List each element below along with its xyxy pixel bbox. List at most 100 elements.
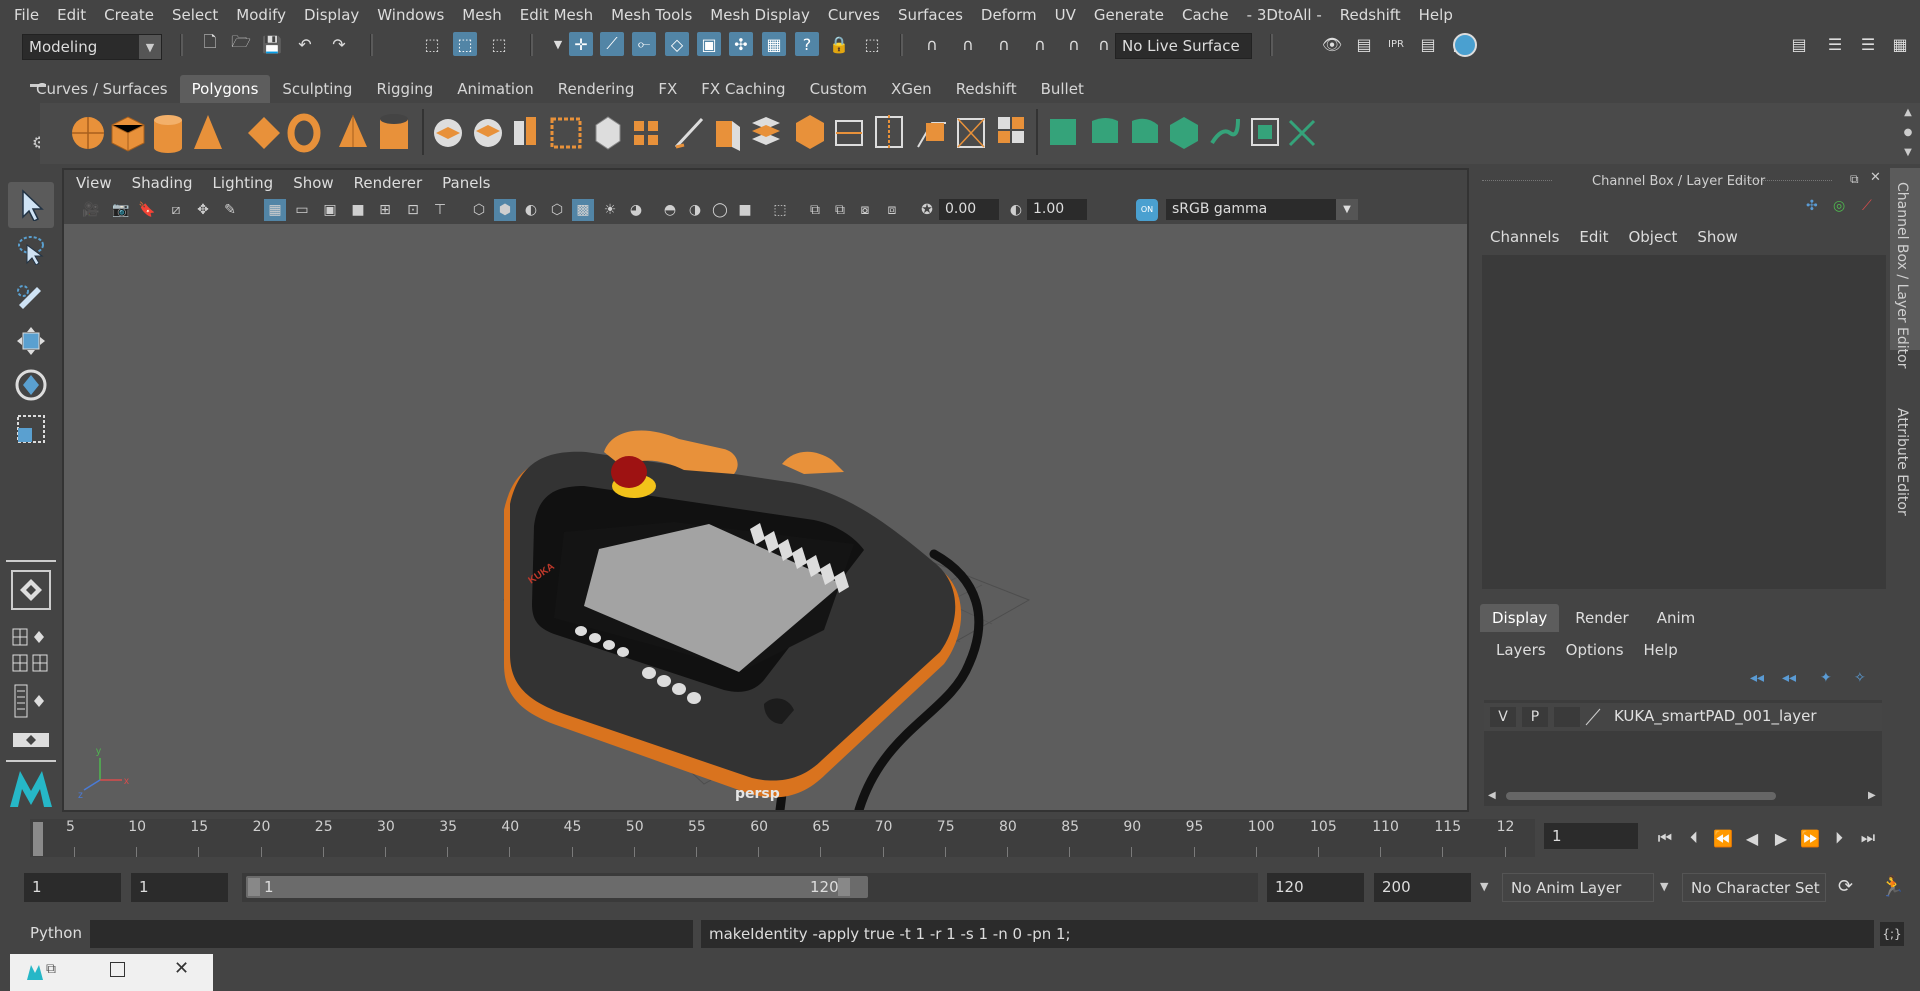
channel-box-area[interactable] [1482, 255, 1886, 589]
camera-attributes-icon[interactable]: 📷 [110, 199, 132, 221]
tool-settings-toggle-icon[interactable]: ☰ [1856, 32, 1880, 56]
hyper-icon[interactable]: ⟋ [1862, 198, 1872, 214]
menu-uv[interactable]: UV [1046, 6, 1085, 24]
four-view-layout-icon[interactable] [8, 625, 54, 649]
modeling-toolkit-icon[interactable]: ▤ [1787, 32, 1811, 56]
go-to-end-icon[interactable]: ⏭ [1857, 827, 1879, 849]
shelf-tab-bullet[interactable]: Bullet [1029, 75, 1096, 103]
rotate-tool-icon[interactable] [8, 362, 54, 408]
live-surface-field[interactable]: No Live Surface [1115, 33, 1252, 59]
range-end-handle[interactable] [838, 878, 850, 896]
move-layer-up-icon[interactable]: ◂◂ [1750, 670, 1764, 686]
backface-culling-icon[interactable]: ⧈ [881, 199, 903, 221]
viewport-canvas[interactable]: KUKA y x z [64, 224, 1467, 810]
menu-generate[interactable]: Generate [1085, 6, 1173, 24]
mode-selector[interactable]: Modeling ▼ [22, 34, 162, 60]
gamma-icon[interactable]: ◐ [1005, 199, 1027, 221]
scroll-right-icon[interactable]: ▶ [1868, 790, 1876, 801]
ipr-render-icon[interactable]: IPR [1384, 32, 1408, 56]
channel-box-menu-edit[interactable]: Edit [1569, 228, 1618, 246]
layer-scrollbar[interactable]: ◀ ▶ [1488, 790, 1878, 802]
exposure-field[interactable]: 0.00 [939, 199, 999, 220]
tab-channel-box[interactable]: Channel Box / Layer Editor [1894, 182, 1910, 368]
exposure-icon[interactable]: ✪ [916, 199, 938, 221]
shelf-scroll-icon[interactable]: ▲ ● ▼ [1902, 103, 1914, 163]
snap-point-icon[interactable]: ⟜ [632, 32, 656, 56]
wireframe-icon[interactable]: ⬡ [468, 199, 490, 221]
xray-components-icon[interactable]: ⧇ [854, 199, 876, 221]
viewport-menu-panels[interactable]: Panels [432, 174, 500, 192]
xray-icon[interactable]: ⧉ [804, 199, 826, 221]
use-default-material-icon[interactable]: ◐ [520, 199, 542, 221]
select-tool-icon[interactable] [8, 182, 54, 228]
float-panel-icon[interactable]: ⧉ [1850, 172, 1859, 187]
menu-mesh-tools[interactable]: Mesh Tools [602, 6, 701, 24]
image-plane-icon[interactable]: ⧄ [165, 199, 187, 221]
make-live-icon[interactable]: ▣ [697, 32, 721, 56]
anim-layer-dropdown[interactable]: No Anim Layer [1502, 873, 1654, 902]
viewport-menu-renderer[interactable]: Renderer [344, 174, 432, 192]
shelf-tab-fx[interactable]: FX [646, 75, 689, 103]
layer-playback-toggle[interactable]: P [1522, 707, 1548, 727]
menu-surfaces[interactable]: Surfaces [889, 6, 972, 24]
color-space-dropdown[interactable]: sRGB gamma ▼ [1166, 199, 1358, 220]
menu-redshift[interactable]: Redshift [1331, 6, 1410, 24]
screen-space-ao-icon[interactable]: ◓ [659, 199, 681, 221]
step-forward-key-icon[interactable]: ⏩ [1799, 827, 1821, 849]
playback-start-field[interactable]: 1 [131, 873, 228, 902]
magnet-live-icon[interactable]: ∩ [1092, 32, 1116, 56]
pick-icon[interactable]: ⬚ [860, 32, 884, 56]
animation-preferences-icon[interactable]: 🏃 [1880, 874, 1905, 898]
layer-row[interactable]: V P KUKA_smartPAD_001_layer [1484, 703, 1882, 731]
menu-select[interactable]: Select [163, 6, 227, 24]
smooth-shade-icon[interactable]: ⬢ [494, 199, 516, 221]
channel-box-menu-channels[interactable]: Channels [1480, 228, 1569, 246]
render-view-icon[interactable]: 👁 [1320, 32, 1344, 56]
step-back-key-icon[interactable]: ⏪ [1712, 827, 1734, 849]
snap-view-plane-icon[interactable]: ◇ [665, 32, 689, 56]
snap-magnet-icon[interactable]: ∩ [920, 32, 944, 56]
shelf-tab-rigging[interactable]: Rigging [364, 75, 445, 103]
manipulator-icon[interactable]: ✣ [1806, 198, 1818, 214]
snap-center-icon[interactable]: ▦ [762, 32, 786, 56]
film-gate-icon[interactable]: ▭ [291, 199, 313, 221]
shelf-tab-polygons[interactable]: Polygons [179, 75, 271, 103]
shelf-tab-fx-caching[interactable]: FX Caching [689, 75, 797, 103]
anti-aliasing-icon[interactable]: ◯ [709, 199, 731, 221]
scroll-left-icon[interactable]: ◀ [1488, 790, 1496, 801]
maximize-icon[interactable] [110, 962, 125, 977]
color-management-toggle-icon[interactable]: ON [1136, 199, 1158, 221]
auto-key-icon[interactable]: ⟳ [1838, 876, 1853, 897]
step-forward-frame-icon[interactable]: ⏵ [1828, 827, 1850, 849]
play-forwards-icon[interactable]: ▶ [1770, 827, 1792, 849]
viewport-menu-show[interactable]: Show [283, 174, 343, 192]
channel-box-menu-show[interactable]: Show [1687, 228, 1747, 246]
shelf-tab-animation[interactable]: Animation [445, 75, 545, 103]
snap-grid-icon[interactable]: ✛ [569, 32, 593, 56]
paint-select-icon[interactable] [8, 270, 54, 316]
close-icon[interactable]: ✕ [1870, 170, 1881, 185]
current-time-indicator[interactable] [33, 822, 43, 856]
time-slider[interactable]: 1510152025303540455055606570758085909510… [30, 819, 1535, 857]
menu-cache[interactable]: Cache [1173, 6, 1238, 24]
help-icon[interactable]: ? [795, 32, 819, 56]
safe-action-icon[interactable]: ⊡ [402, 199, 424, 221]
maya-app-icon[interactable] [26, 963, 44, 981]
character-set-dropdown[interactable]: No Character Set [1682, 873, 1826, 902]
two-d-pan-zoom-icon[interactable]: ✥ [192, 199, 214, 221]
layer-tab-render[interactable]: Render [1563, 604, 1640, 632]
menu-file[interactable]: File [0, 6, 48, 24]
scale-tool-icon[interactable] [8, 406, 54, 452]
menu-help[interactable]: Help [1410, 6, 1462, 24]
play-backwards-icon[interactable]: ◀ [1741, 827, 1763, 849]
gate-mask-icon[interactable]: ■ [347, 199, 369, 221]
menu-windows[interactable]: Windows [368, 6, 453, 24]
lock-icon[interactable]: 🔒 [827, 32, 851, 56]
magnet-surface-icon[interactable]: ∩ [1062, 32, 1086, 56]
channel-box-toggle-icon[interactable]: ▦ [1888, 32, 1912, 56]
menu-edit[interactable]: Edit [48, 6, 95, 24]
menu-deform[interactable]: Deform [972, 6, 1046, 24]
speed-icon[interactable]: ◎ [1833, 198, 1845, 214]
grid-toggle-icon[interactable]: ▦ [264, 199, 286, 221]
selection-mask-dropdown-icon[interactable]: ▼ [546, 32, 570, 56]
